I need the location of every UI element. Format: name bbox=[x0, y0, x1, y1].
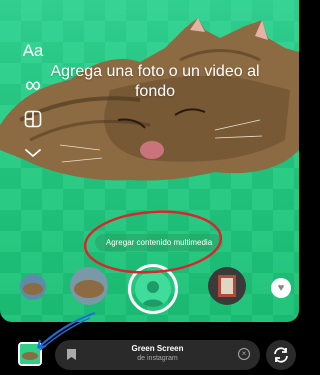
flip-camera-icon bbox=[274, 347, 288, 363]
heart-icon[interactable]: ♥ bbox=[271, 278, 291, 298]
layout-icon bbox=[24, 110, 42, 128]
more-tools[interactable] bbox=[20, 142, 46, 164]
cat-thumb-image bbox=[23, 283, 43, 295]
create-tools: Aa ∞ bbox=[20, 40, 46, 176]
red-annotation-circle bbox=[83, 210, 223, 274]
effect-thumb[interactable] bbox=[20, 274, 46, 300]
chevron-down-icon bbox=[25, 149, 41, 158]
text-tool[interactable]: Aa bbox=[20, 40, 46, 62]
blue-annotation-arrow bbox=[37, 312, 96, 351]
background-hint: Agrega una foto o un video al fondo bbox=[50, 63, 260, 100]
boomerang-tool[interactable]: ∞ bbox=[20, 74, 46, 96]
person-silhouette-icon bbox=[142, 281, 164, 307]
clear-icon[interactable]: × bbox=[238, 348, 250, 360]
layout-tool[interactable] bbox=[20, 108, 46, 130]
camera-preview: Aa ∞ Agrega una foto o un video al fondo… bbox=[0, 0, 299, 322]
effect-creator: de instagram bbox=[137, 355, 178, 362]
flip-camera-button[interactable] bbox=[266, 340, 296, 370]
